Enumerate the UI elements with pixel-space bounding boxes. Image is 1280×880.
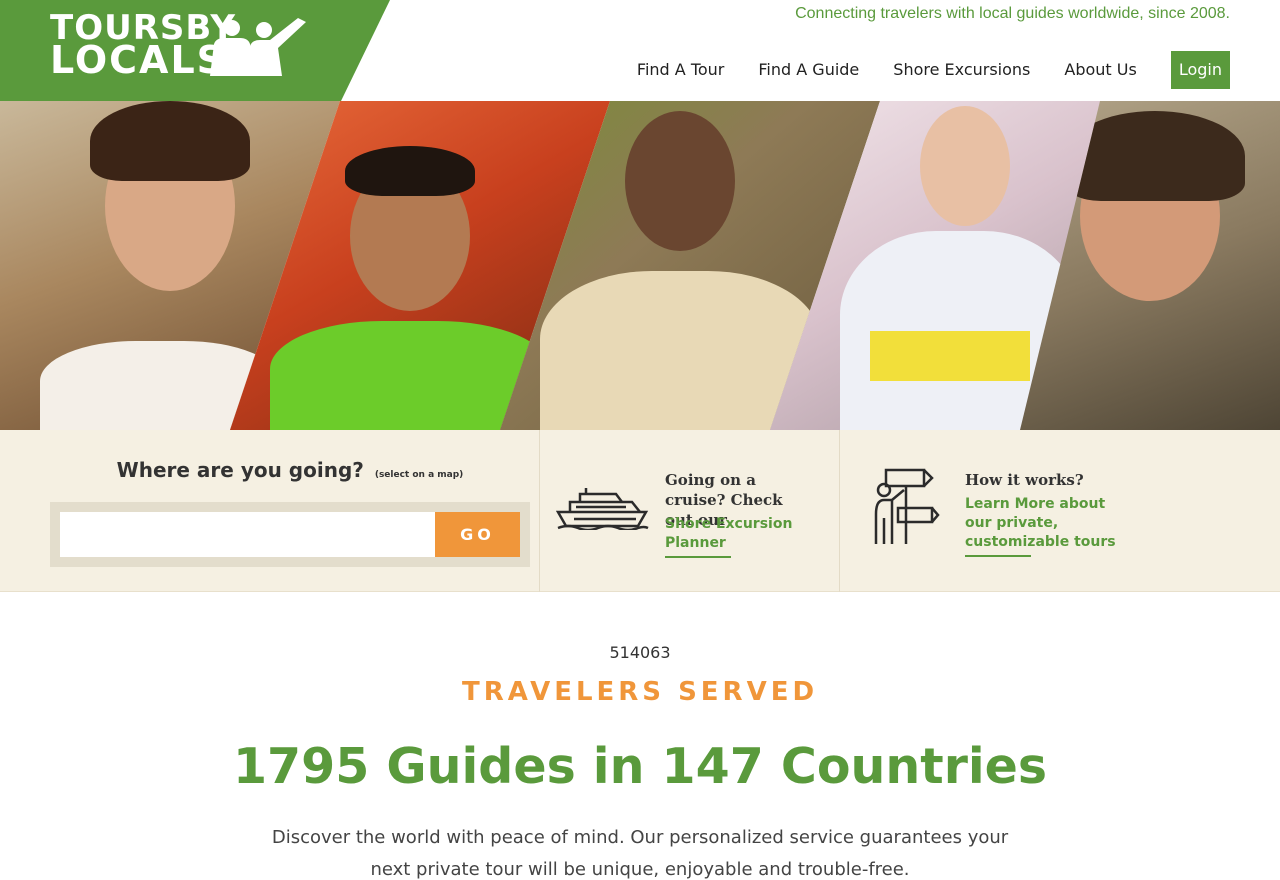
- guide-signpost-icon: [874, 468, 940, 544]
- link-underline: [665, 556, 731, 558]
- how-it-works-heading: How it works?: [965, 471, 1084, 489]
- nav-find-a-tour[interactable]: Find A Tour: [637, 51, 724, 89]
- search-title-text: Where are you going?: [116, 458, 364, 482]
- login-button[interactable]: Login: [1170, 51, 1230, 89]
- learn-more-link[interactable]: Learn More about our private, customizab…: [965, 495, 1125, 552]
- select-on-map-link[interactable]: (select on a map): [375, 470, 463, 480]
- go-button[interactable]: GO: [435, 512, 520, 557]
- intro-description: Discover the world with peace of mind. O…: [271, 827, 1009, 880]
- guides-countries-headline: 1795 Guides in 147 Countries: [232, 738, 1048, 795]
- shore-excursion-planner-link[interactable]: Shore Excursion Planner: [665, 515, 805, 553]
- main-nav: Find A Tour Find A Guide Shore Excursion…: [603, 51, 1230, 89]
- destination-input[interactable]: [60, 512, 435, 557]
- nav-about-us[interactable]: About Us: [1064, 51, 1136, 89]
- how-it-works-promo: How it works? Learn More about our priva…: [840, 430, 1280, 592]
- link-underline: [965, 555, 1031, 557]
- cruise-promo: Going on a cruise? Check out our Shore E…: [540, 430, 840, 592]
- logo-people-icon: [210, 18, 306, 76]
- logo[interactable]: TOURSBY LOCALS: [0, 0, 390, 101]
- search-strip: Where are you going? (select on a map) G…: [0, 430, 1280, 592]
- hero-banner: [0, 101, 1280, 430]
- site-header: TOURSBY LOCALS Connecting travelers with…: [0, 0, 1280, 101]
- nav-find-a-guide[interactable]: Find A Guide: [758, 51, 859, 89]
- cruise-ship-icon: [556, 488, 649, 530]
- travelers-served-label: TRAVELERS SERVED: [461, 677, 819, 707]
- search-title: Where are you going? (select on a map): [0, 458, 580, 482]
- travelers-count: 514063: [609, 643, 671, 662]
- nav-shore-excursions[interactable]: Shore Excursions: [893, 51, 1030, 89]
- search-box: GO: [50, 502, 530, 567]
- destination-search: Where are you going? (select on a map) G…: [0, 430, 540, 592]
- tagline: Connecting travelers with local guides w…: [795, 5, 1230, 22]
